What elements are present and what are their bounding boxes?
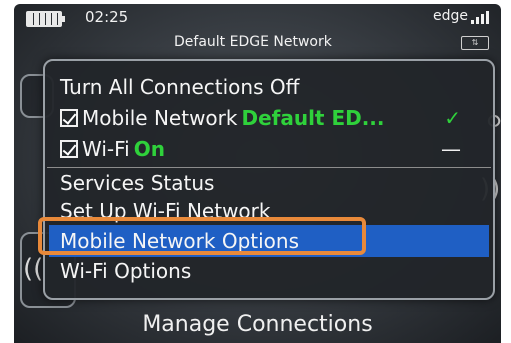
menu-item-label: Wi-Fi	[82, 137, 130, 161]
battery-icon	[26, 11, 65, 27]
wireless-icon: ((	[23, 254, 44, 284]
menu-item-mobile-network[interactable]: Mobile Network Default ED... ✓	[60, 104, 479, 132]
clock: 02:25	[85, 8, 129, 26]
menu-item-wifi[interactable]: Wi-Fi On —	[60, 135, 479, 163]
signal-icon	[471, 10, 489, 24]
network-type: edge	[433, 8, 468, 24]
menu-item-label: Services Status	[60, 171, 215, 195]
dash-icon: —	[441, 137, 461, 161]
device-frame: (( )) ⚲ 02:25 Default EDGE Network edge …	[0, 0, 511, 343]
signal-indicator: edge	[433, 8, 489, 24]
menu-item-turn-all-off[interactable]: Turn All Connections Off	[60, 73, 299, 101]
connections-menu: Turn All Connections Off Mobile Network …	[43, 59, 495, 300]
wifi-checkbox[interactable]	[60, 140, 78, 158]
screen-title: Manage Connections	[142, 312, 373, 337]
menu-item-label: Turn All Connections Off	[60, 75, 300, 99]
mobile-network-status: Default ED...	[241, 106, 385, 130]
device-screen: (( )) ⚲ 02:25 Default EDGE Network edge …	[14, 4, 501, 343]
annotation-highlight	[38, 217, 366, 255]
menu-item-label: Wi-Fi Options	[60, 259, 192, 283]
check-icon: ✓	[444, 106, 461, 130]
wifi-status: On	[133, 137, 165, 161]
menu-divider	[47, 167, 491, 168]
carrier-name: Default EDGE Network	[174, 34, 332, 50]
menu-item-wifi-options[interactable]: Wi-Fi Options	[60, 257, 191, 285]
menu-item-label: Mobile Network	[82, 106, 238, 130]
menu-item-services-status[interactable]: Services Status	[60, 169, 214, 197]
mobile-network-checkbox[interactable]	[60, 109, 78, 127]
data-connection-icon: ⇅	[461, 36, 489, 50]
status-bar: 02:25 Default EDGE Network edge ⇅	[14, 4, 501, 56]
